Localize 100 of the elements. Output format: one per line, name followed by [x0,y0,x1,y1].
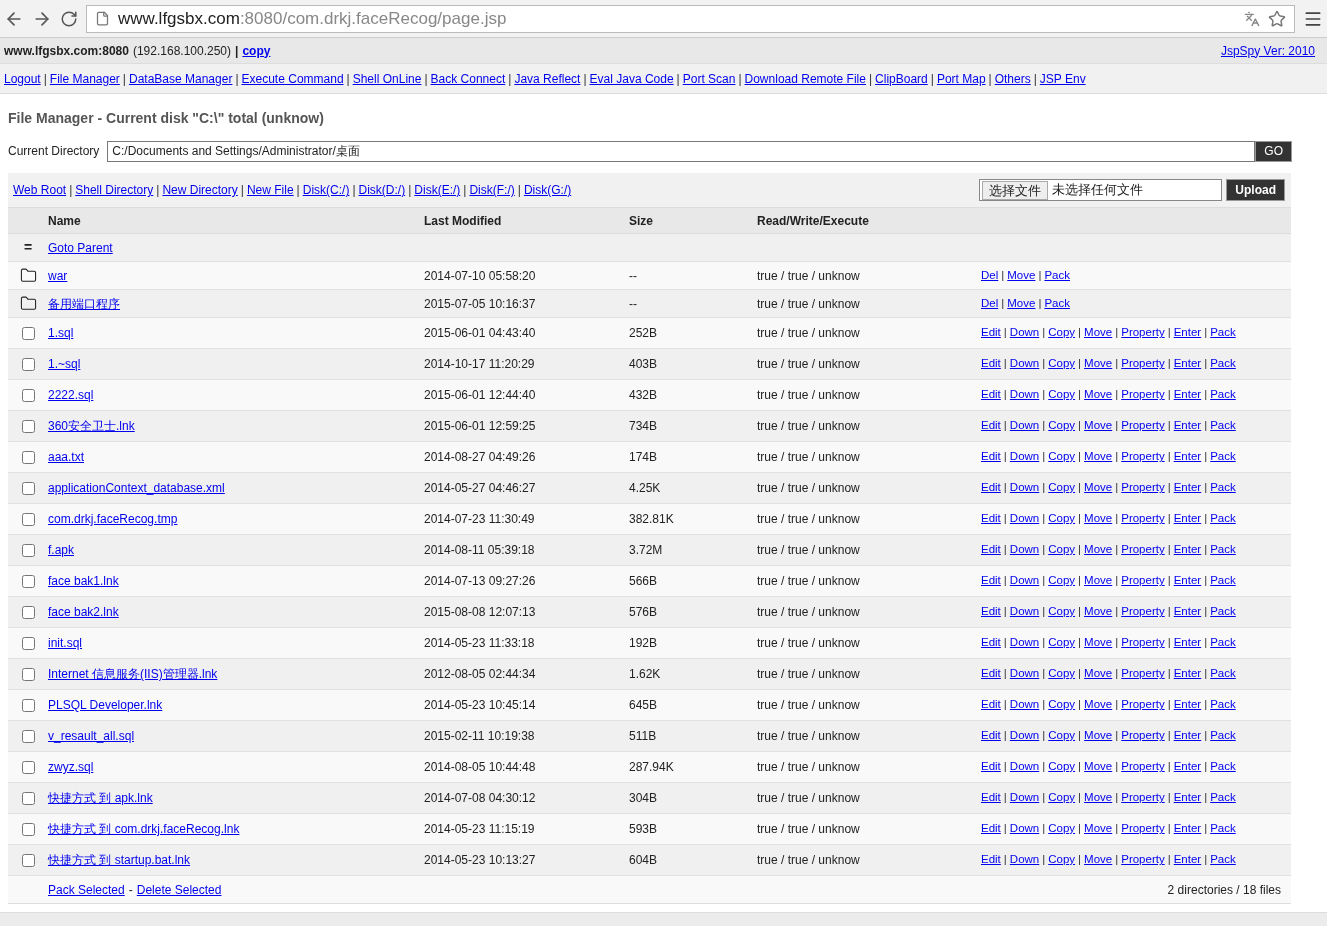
row-checkbox[interactable] [21,419,35,433]
action-link[interactable]: Pack [1210,572,1236,590]
parent-link[interactable]: Goto Parent [48,240,113,255]
action-link[interactable]: Edit [981,696,1001,714]
nav-link[interactable]: Execute Command [241,69,344,88]
action-link[interactable]: Down [1009,572,1040,590]
action-link[interactable]: Pack [1210,696,1236,714]
action-link[interactable]: Move [1084,510,1113,528]
row-checkbox[interactable] [21,574,35,588]
action-link[interactable]: Property [1121,789,1165,807]
action-link[interactable]: Copy [1048,572,1076,590]
nav-link[interactable]: Eval Java Code [589,69,674,88]
file-name-link[interactable]: face bak1.lnk [48,574,119,588]
file-name-link[interactable]: Internet 信息服务(IIS)管理器.lnk [48,667,218,681]
row-checkbox[interactable] [21,357,35,371]
directory-link[interactable]: Disk(G:/) [523,181,572,199]
action-link[interactable]: Copy [1048,820,1076,838]
file-name-link[interactable]: com.drkj.faceRecog.tmp [48,512,178,526]
file-name-link[interactable]: 快捷方式 到 com.drkj.faceRecog.lnk [48,822,240,836]
action-link[interactable]: Edit [981,603,1001,621]
action-link[interactable]: Edit [981,417,1001,435]
file-name-link[interactable]: face bak2.lnk [48,605,119,619]
action-link[interactable]: Property [1121,696,1165,714]
action-link[interactable]: Move [1084,324,1113,342]
action-link[interactable]: Down [1009,665,1040,683]
action-link[interactable]: Pack [1210,324,1236,342]
action-link[interactable]: Down [1009,634,1040,652]
action-link[interactable]: Copy [1048,603,1076,621]
row-checkbox[interactable] [21,698,35,712]
nav-link[interactable]: JSP Env [1039,69,1086,88]
action-link[interactable]: Edit [981,758,1001,776]
action-link[interactable]: Move [1084,758,1113,776]
action-link[interactable]: Down [1009,789,1040,807]
nav-link[interactable]: Java Reflect [514,69,581,88]
action-link[interactable]: Enter [1173,355,1202,373]
action-link[interactable]: Pack [1210,541,1236,559]
directory-link[interactable]: Shell Directory [75,181,154,199]
action-link[interactable]: Edit [981,634,1001,652]
action-link[interactable]: Property [1121,324,1165,342]
action-link[interactable]: Down [1009,696,1040,714]
file-name-link[interactable]: 2222.sql [48,388,94,402]
action-link[interactable]: Enter [1173,386,1202,404]
action-link[interactable]: Move [1084,448,1113,466]
file-name-link[interactable]: 1.sql [48,326,74,340]
action-link[interactable]: Enter [1173,634,1202,652]
upload-button[interactable]: Upload [1226,179,1285,201]
action-link[interactable]: Edit [981,727,1001,745]
action-link[interactable]: Move [1084,727,1113,745]
action-link[interactable]: Enter [1173,758,1202,776]
directory-link[interactable]: Disk(D:/) [358,181,406,199]
action-link[interactable]: Enter [1173,510,1202,528]
action-link[interactable]: Copy [1048,851,1076,869]
action-link[interactable]: Edit [981,789,1001,807]
action-link[interactable]: Property [1121,541,1165,559]
action-link[interactable]: Edit [981,448,1001,466]
action-link[interactable]: Copy [1048,324,1076,342]
nav-link[interactable]: ClipBoard [875,69,928,88]
action-link[interactable]: Pack [1210,386,1236,404]
action-link[interactable]: Edit [981,851,1001,869]
directory-link[interactable]: Disk(E:/) [414,181,461,199]
action-link[interactable]: Pack [1210,727,1236,745]
action-link[interactable]: Enter [1173,448,1202,466]
delete-selected-link[interactable]: Delete Selected [136,880,222,899]
action-link[interactable]: Edit [981,386,1001,404]
action-link[interactable]: Edit [981,665,1001,683]
action-link[interactable]: Del [981,294,999,313]
action-link[interactable]: Down [1009,820,1040,838]
action-link[interactable]: Copy [1048,479,1076,497]
action-link[interactable]: Down [1009,448,1040,466]
action-link[interactable]: Copy [1048,386,1076,404]
action-link[interactable]: Copy [1048,417,1076,435]
action-link[interactable]: Down [1009,510,1040,528]
file-name-link[interactable]: 1.~sql [48,357,81,371]
action-link[interactable]: Pack [1210,603,1236,621]
action-link[interactable]: Down [1009,324,1040,342]
action-link[interactable]: Pack [1210,758,1236,776]
row-checkbox[interactable] [21,450,35,464]
nav-link[interactable]: Others [994,69,1031,88]
action-link[interactable]: Enter [1173,789,1202,807]
row-checkbox[interactable] [21,481,35,495]
row-checkbox[interactable] [21,543,35,557]
action-link[interactable]: Enter [1173,572,1202,590]
nav-link[interactable]: DataBase Manager [129,69,233,88]
pack-selected-link[interactable]: Pack Selected [48,880,125,899]
action-link[interactable]: Copy [1048,665,1076,683]
action-link[interactable]: Down [1009,603,1040,621]
row-checkbox[interactable] [21,667,35,681]
row-checkbox[interactable] [21,760,35,774]
file-name-link[interactable]: 360安全卫士.lnk [48,419,135,433]
action-link[interactable]: Enter [1173,851,1202,869]
action-link[interactable]: Pack [1210,355,1236,373]
action-link[interactable]: Move [1084,851,1113,869]
star-icon[interactable] [1268,9,1286,28]
action-link[interactable]: Down [1009,541,1040,559]
action-link[interactable]: Move [1084,417,1113,435]
action-link[interactable]: Pack [1210,789,1236,807]
file-name-link[interactable]: war [48,268,68,283]
action-link[interactable]: Edit [981,479,1001,497]
action-link[interactable]: Pack [1044,294,1070,313]
file-name-link[interactable]: v_resault_all.sql [48,729,135,743]
